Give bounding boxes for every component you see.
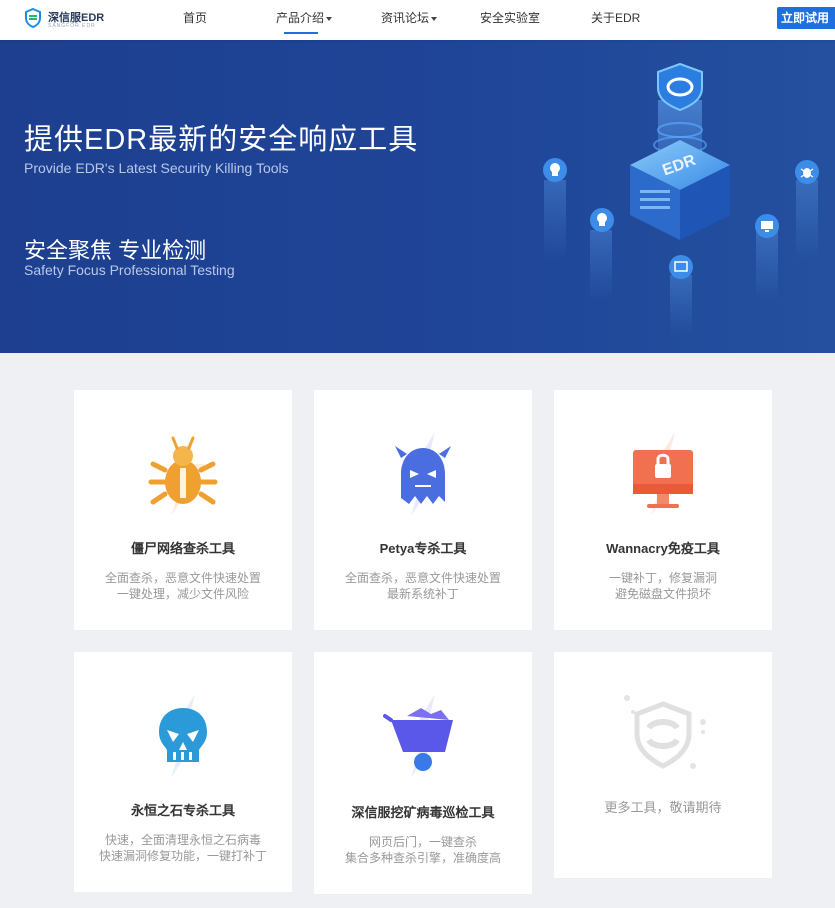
nav-item-home[interactable]: 首页 bbox=[183, 0, 207, 40]
tool-description: 快速，全面清理永恒之石病毒 快速漏洞修复功能，一键打补丁 bbox=[98, 833, 267, 863]
nav-item-security-lab[interactable]: 安全实验室 bbox=[480, 0, 540, 40]
tool-title: 僵尸网络查杀工具 bbox=[130, 541, 235, 556]
locked-monitor-icon bbox=[633, 432, 693, 516]
chevron-down-icon bbox=[431, 16, 438, 21]
top-navbar: 深信服EDR SANGFOR EDR 首页 产品介绍 资讯论坛 安全实验室 关于… bbox=[0, 0, 835, 40]
tool-card-botnet[interactable]: 僵尸网络查杀工具 全面查杀，恶意文件快速处置 一键处理，减少文件风险 bbox=[74, 390, 292, 630]
tool-card-eternalrocks[interactable]: 永恒之石专杀工具 快速，全面清理永恒之石病毒 快速漏洞修复功能，一键打补丁 bbox=[74, 652, 292, 892]
skull-icon bbox=[590, 208, 614, 232]
tool-card-coming-soon: 更多工具，敬请期待 bbox=[554, 652, 772, 878]
nav-label: 首页 bbox=[183, 11, 208, 25]
tool-description: 一键补丁，修复漏洞 避免磁盘文件损坏 bbox=[608, 571, 717, 601]
banner-subtitle: Provide EDR's Latest Security Killing To… bbox=[24, 160, 289, 176]
terminal-icon bbox=[669, 255, 693, 279]
skull-icon bbox=[543, 158, 567, 182]
sangfor-logo-icon bbox=[624, 695, 706, 769]
free-trial-button[interactable]: 立即试用 bbox=[777, 7, 835, 29]
banner-heading: 安全聚焦 专业检测 bbox=[24, 238, 207, 263]
tool-description: 网页后门，一键查杀 集合多种查杀引擎，准确度高 bbox=[344, 835, 501, 865]
nav-item-about[interactable]: 关于EDR bbox=[591, 0, 640, 40]
coming-soon-text: 更多工具，敬请期待 bbox=[604, 800, 722, 815]
brand-subname: SANGFOR EDR bbox=[48, 23, 96, 29]
nav-item-products[interactable]: 产品介绍 bbox=[276, 0, 333, 40]
tool-title: 永恒之石专杀工具 bbox=[130, 803, 235, 818]
tool-description: 全面查杀，恶意文件快速处置 最新系统补丁 bbox=[344, 571, 501, 601]
tool-card-petya[interactable]: Petya专杀工具 全面查杀，恶意文件快速处置 最新系统补丁 bbox=[314, 390, 532, 630]
tool-description: 全面查杀，恶意文件快速处置 一键处理，减少文件风险 bbox=[104, 571, 261, 601]
tool-title: Petya专杀工具 bbox=[379, 541, 467, 556]
tool-title: 深信服挖矿病毒巡检工具 bbox=[351, 805, 495, 820]
hero-banner: 提供EDR最新的安全响应工具 Provide EDR's Latest Secu… bbox=[0, 40, 835, 353]
banner-subtitle-2: Safety Focus Professional Testing bbox=[24, 262, 235, 278]
nav-label: 关于EDR bbox=[591, 11, 641, 25]
monitor-icon bbox=[755, 214, 779, 238]
chevron-down-icon bbox=[326, 16, 333, 21]
edr-cube-illustration: EDR bbox=[543, 62, 819, 335]
tool-title: Wannacry免疫工具 bbox=[606, 541, 720, 556]
bug-icon bbox=[795, 160, 819, 184]
nav-label: 产品介绍 bbox=[276, 11, 325, 25]
skull-icon bbox=[159, 694, 207, 778]
shield-logo-icon bbox=[25, 8, 41, 28]
nav-label: 安全实验室 bbox=[480, 11, 541, 25]
brand-logo[interactable]: 深信服EDR SANGFOR EDR bbox=[24, 6, 114, 34]
mining-cart-icon bbox=[383, 694, 453, 778]
tool-card-wannacry[interactable]: Wannacry免疫工具 一键补丁，修复漏洞 避免磁盘文件损坏 bbox=[554, 390, 772, 630]
edr-cube-icon: EDR bbox=[630, 140, 730, 240]
bug-icon bbox=[148, 432, 218, 516]
nav-label: 资讯论坛 bbox=[381, 11, 430, 25]
nav-item-forum[interactable]: 资讯论坛 bbox=[381, 0, 438, 40]
tool-card-mining-virus[interactable]: 深信服挖矿病毒巡检工具 网页后门，一键查杀 集合多种查杀引擎，准确度高 bbox=[314, 652, 532, 894]
ghost-icon bbox=[395, 432, 451, 516]
banner-title: 提供EDR最新的安全响应工具 bbox=[24, 124, 419, 156]
